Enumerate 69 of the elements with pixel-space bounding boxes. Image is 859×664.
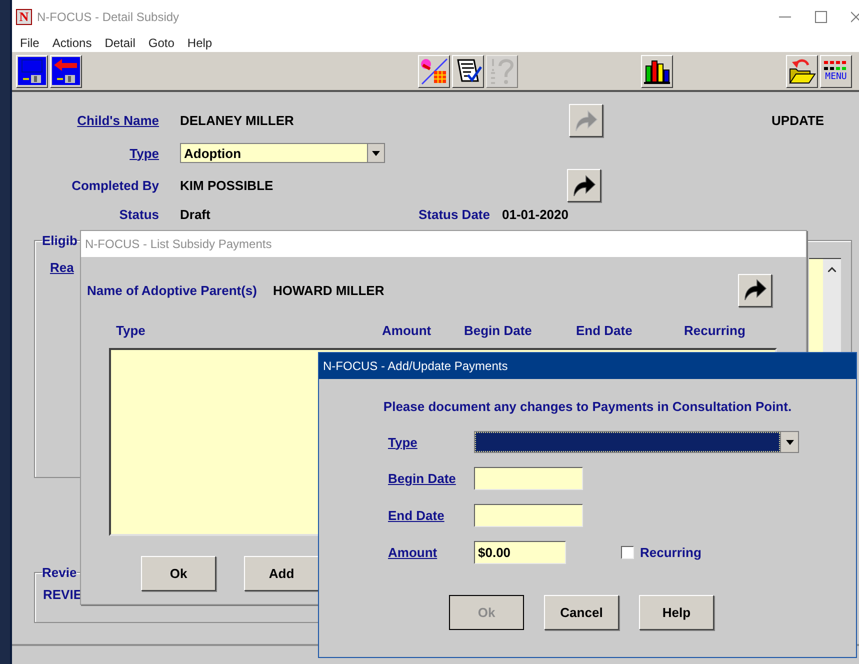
maximize-icon[interactable] bbox=[815, 10, 827, 22]
forward-button[interactable] bbox=[567, 169, 601, 202]
dialog-button[interactable]: Cancel bbox=[544, 595, 619, 630]
mode-label: UPDATE bbox=[772, 113, 824, 128]
field-value: 01-01-2020 bbox=[502, 206, 568, 222]
field-label: Completed By bbox=[70, 178, 159, 193]
forward-button[interactable] bbox=[738, 274, 772, 306]
amount-field[interactable]: $0.00 bbox=[474, 541, 566, 564]
field-label: Name of Adoptive Parent(s) bbox=[87, 282, 257, 298]
curved-arrow-icon bbox=[574, 110, 598, 132]
toolbar-button[interactable]: MENU bbox=[820, 54, 852, 88]
menu-item[interactable]: Detail bbox=[104, 36, 136, 50]
window-title: N-FOCUS - List Subsidy Payments bbox=[85, 237, 272, 251]
menu-item[interactable]: File bbox=[19, 36, 40, 50]
menu-item[interactable]: Actions bbox=[51, 36, 93, 50]
menu-item[interactable]: Help bbox=[186, 36, 214, 50]
close-icon[interactable] bbox=[851, 10, 859, 22]
toolbar-button[interactable] bbox=[50, 54, 82, 88]
notepad-check-icon bbox=[454, 57, 482, 85]
date-field[interactable] bbox=[474, 504, 583, 527]
toolbar-button[interactable] bbox=[452, 54, 484, 88]
checkbox[interactable] bbox=[621, 546, 634, 559]
date-field[interactable] bbox=[474, 467, 583, 490]
column-header: Amount bbox=[382, 322, 432, 338]
grid-icon bbox=[823, 60, 849, 72]
field-value: HOWARD MILLER bbox=[273, 282, 384, 298]
toolbar-button[interactable] bbox=[641, 54, 673, 88]
toolbar-button[interactable] bbox=[786, 54, 818, 88]
column-header: Recurring bbox=[684, 322, 746, 338]
curved-arrow-icon bbox=[743, 279, 767, 301]
column-header: Begin Date bbox=[464, 322, 533, 338]
field-value: REVIE bbox=[43, 587, 82, 602]
type-dropdown[interactable] bbox=[474, 431, 799, 453]
field-label: Status bbox=[118, 206, 159, 222]
field-value: DELANEY MILLER bbox=[180, 113, 295, 128]
dialog-button[interactable]: Add bbox=[244, 556, 319, 591]
type-dropdown[interactable]: Adoption bbox=[180, 143, 385, 163]
app-logo: N bbox=[16, 8, 32, 24]
instruction-text: Please document any changes to Payments in Consultation Point. bbox=[382, 399, 793, 416]
group-title: Revie bbox=[42, 565, 77, 580]
field-label: Status Date bbox=[417, 206, 490, 222]
checkbox-label[interactable]: Recurring bbox=[640, 545, 702, 560]
field-link[interactable]: Type bbox=[388, 434, 474, 450]
field-link[interactable]: Rea bbox=[50, 260, 74, 276]
menu-item[interactable]: Goto bbox=[147, 36, 176, 50]
field-value: KIM POSSIBLE bbox=[180, 178, 274, 193]
field-link[interactable]: End Date bbox=[388, 508, 474, 523]
dialog-button[interactable]: Help bbox=[639, 595, 714, 630]
group-title: Eligib bbox=[42, 233, 78, 248]
scrollbar[interactable] bbox=[823, 258, 841, 352]
field-value: Draft bbox=[180, 206, 212, 222]
window-title: N-FOCUS - Add/Update Payments bbox=[323, 359, 508, 373]
field-link[interactable]: Child's Name bbox=[12, 113, 159, 128]
drawing-tools-icon bbox=[420, 57, 448, 85]
caret-icon bbox=[372, 150, 380, 156]
column-header: Type bbox=[116, 322, 146, 338]
toolbar-button[interactable] bbox=[16, 54, 48, 88]
curved-arrow-icon bbox=[572, 174, 596, 196]
field-link[interactable]: Amount bbox=[388, 545, 474, 560]
column-header: End Date bbox=[576, 322, 634, 338]
dialog-button[interactable]: Ok bbox=[141, 556, 216, 591]
field-link[interactable]: Type bbox=[12, 146, 159, 160]
caret-icon bbox=[786, 440, 794, 444]
window-title: N-FOCUS - Detail Subsidy bbox=[37, 10, 180, 24]
numbered-help-icon bbox=[488, 57, 516, 85]
folder-undo-icon bbox=[788, 57, 816, 85]
up-caret-icon bbox=[828, 267, 836, 272]
toolbar-button[interactable] bbox=[418, 54, 450, 88]
field-link[interactable]: Begin Date bbox=[388, 471, 474, 486]
